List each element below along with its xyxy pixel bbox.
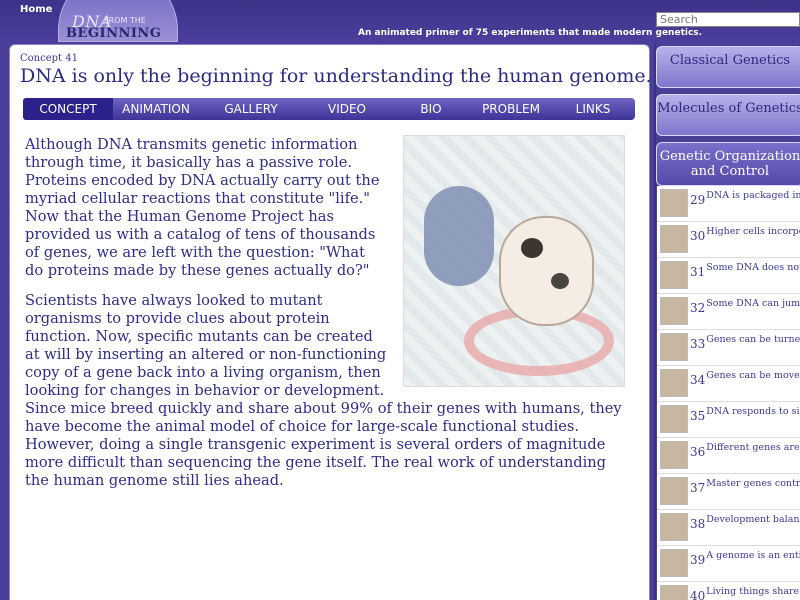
site-header: Home DNA FROM THE BEGINNING An animated …: [0, 0, 800, 44]
transgenic-mouse-image: [403, 135, 625, 387]
tab-animation[interactable]: ANIMATION: [113, 98, 199, 120]
list-item[interactable]: 40 Living things share: [657, 582, 800, 600]
concept-thumbnail: [660, 513, 688, 541]
page-title: DNA is only the beginning for understand…: [20, 65, 652, 87]
list-item[interactable]: 31Some DNA does not en protein.: [657, 258, 800, 294]
list-item[interactable]: 39A genome is an entire s genes.: [657, 546, 800, 582]
tab-video[interactable]: VIDEO: [303, 98, 391, 120]
concept-thumbnail: [660, 189, 688, 217]
list-item[interactable]: 38Development balances growth and death.: [657, 510, 800, 546]
concept-list: 29DNA is packaged in a chromosome. 30Hig…: [657, 186, 800, 600]
concept-thumbnail: [660, 441, 688, 469]
list-item[interactable]: 29DNA is packaged in a chromosome.: [657, 186, 800, 222]
list-item[interactable]: 30Higher cells incorporat ancient chromo…: [657, 222, 800, 258]
concept-thumbnail: [660, 477, 688, 505]
list-item[interactable]: 36Different genes are act in different k…: [657, 438, 800, 474]
logo-beginning-text: BEGINNING: [66, 26, 162, 41]
concept-thumbnail: [660, 225, 688, 253]
tab-bar: CONCEPT ANIMATION GALLERY VIDEO BIO PROB…: [23, 98, 635, 120]
section-molecules-of-genetics[interactable]: Molecules of Genetics: [656, 94, 800, 136]
tab-bio[interactable]: BIO: [391, 98, 471, 120]
concept-text: Although DNA transmits genetic informati…: [25, 135, 625, 502]
section-classical-genetics[interactable]: Classical Genetics: [656, 46, 800, 88]
list-item[interactable]: 34Genes can be moved between species.: [657, 366, 800, 402]
concept-thumbnail: [660, 297, 688, 325]
concept-thumbnail: [660, 369, 688, 397]
list-item[interactable]: 37Master genes control b body plans.: [657, 474, 800, 510]
concept-thumbnail: [660, 549, 688, 577]
logo-from-text: FROM THE: [104, 16, 146, 25]
concept-thumbnail: [660, 261, 688, 289]
tab-concept[interactable]: CONCEPT: [23, 98, 113, 120]
section-genetic-organization[interactable]: Genetic Organization and Control: [656, 142, 800, 186]
concept-sidebar: Classical Genetics Molecules of Genetics…: [656, 44, 800, 600]
tab-links[interactable]: LINKS: [551, 98, 635, 120]
content-panel: Concept 41 DNA is only the beginning for…: [9, 44, 652, 600]
search-input[interactable]: [656, 12, 800, 27]
list-item[interactable]: 33Genes can be turned o off.: [657, 330, 800, 366]
concept-thumbnail: [660, 585, 688, 600]
concept-thumbnail: [660, 333, 688, 361]
site-tagline: An animated primer of 75 experiments tha…: [358, 28, 703, 38]
list-item[interactable]: 32 Some DNA can jump.: [657, 294, 800, 330]
home-link[interactable]: Home: [20, 4, 52, 15]
tab-gallery[interactable]: GALLERY: [199, 98, 303, 120]
concept-thumbnail: [660, 405, 688, 433]
concept-number: Concept 41: [20, 53, 78, 64]
tab-problem[interactable]: PROBLEM: [471, 98, 551, 120]
list-item[interactable]: 35DNA responds to signa from outside the…: [657, 402, 800, 438]
